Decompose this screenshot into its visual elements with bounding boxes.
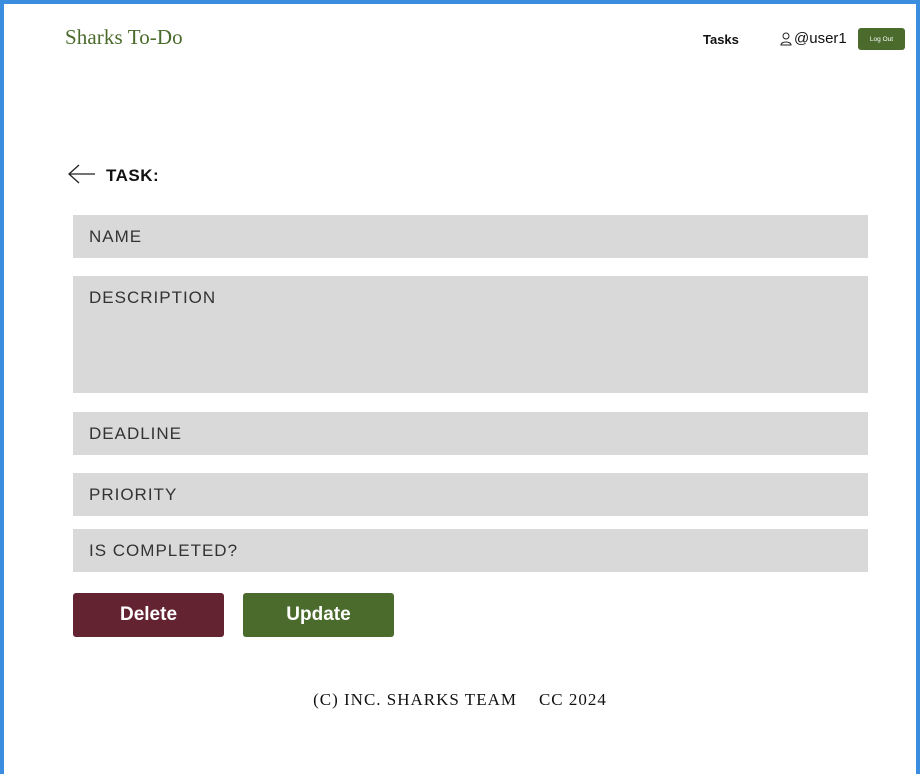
delete-button[interactable]: Delete <box>73 593 224 637</box>
nav-tasks-link[interactable]: Tasks <box>703 32 739 47</box>
user-menu[interactable]: @user1 <box>780 30 847 47</box>
app-frame: Sharks To-Do Tasks @user1 Log Out TASK: … <box>0 0 920 774</box>
brand-logo[interactable]: Sharks To-Do <box>65 25 183 50</box>
logout-button[interactable]: Log Out <box>858 28 905 50</box>
footer: (C) INC. SHARKS TEAM CC 2024 <box>4 690 916 710</box>
footer-license: CC 2024 <box>538 690 607 709</box>
deadline-input[interactable] <box>73 412 868 455</box>
update-button[interactable]: Update <box>243 593 394 637</box>
priority-input[interactable] <box>73 473 868 516</box>
user-icon <box>780 32 792 46</box>
username-label: @user1 <box>794 30 847 47</box>
page-title: TASK: <box>106 166 160 185</box>
back-arrow-icon[interactable] <box>67 162 97 186</box>
name-input[interactable] <box>73 215 868 258</box>
footer-copyright: (C) INC. SHARKS TEAM <box>313 690 517 709</box>
is-completed-input[interactable] <box>73 529 868 572</box>
description-textarea[interactable] <box>73 276 868 393</box>
